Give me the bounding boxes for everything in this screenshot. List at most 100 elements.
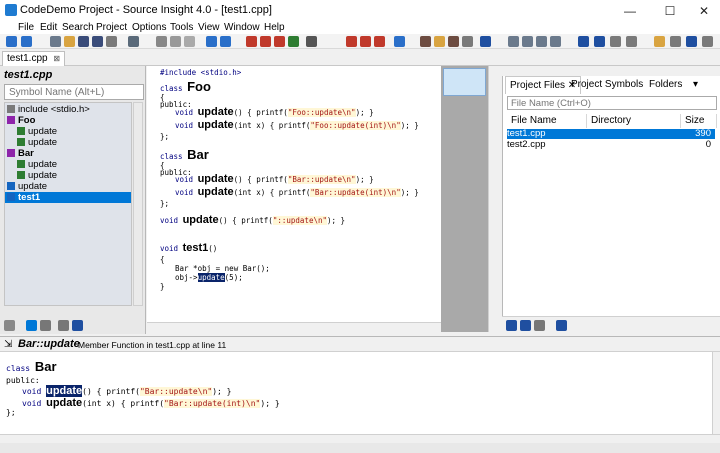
close-button[interactable]: ✕	[686, 0, 720, 22]
menu-search[interactable]: Search	[62, 22, 94, 34]
sync-icon[interactable]	[394, 36, 405, 47]
layout-icon[interactable]	[434, 36, 445, 47]
find-icon[interactable]	[274, 36, 285, 47]
cut-icon[interactable]	[156, 36, 167, 47]
relation-icon[interactable]	[420, 36, 431, 47]
category-icon[interactable]	[40, 320, 51, 331]
context-horizontal-scrollbar[interactable]	[0, 434, 720, 443]
back-icon[interactable]	[6, 36, 17, 47]
tab-project-symbols[interactable]: Project Symbols	[567, 76, 647, 94]
symbol-item[interactable]: Bar	[5, 148, 131, 159]
tab-close-icon[interactable]: ⊠	[53, 54, 60, 63]
print-icon[interactable]	[128, 36, 139, 47]
undo-icon[interactable]	[206, 36, 217, 47]
jump-icon[interactable]	[260, 36, 271, 47]
browse-icon[interactable]	[346, 36, 357, 47]
menu-file[interactable]: File	[18, 22, 34, 34]
code-line-class-bar: class Bar	[160, 147, 209, 162]
relation-window-icon[interactable]	[626, 36, 637, 47]
symbol-item[interactable]: update	[5, 137, 131, 148]
context-icon[interactable]	[578, 36, 589, 47]
column-directory[interactable]: Directory	[587, 114, 681, 128]
maximize-button[interactable]: ☐	[652, 0, 688, 22]
open-folder-icon[interactable]	[64, 36, 75, 47]
panel-right-icon[interactable]	[550, 36, 561, 47]
symbol-item[interactable]: update	[5, 126, 131, 137]
close-file-icon[interactable]	[106, 36, 117, 47]
menu-edit[interactable]: Edit	[40, 22, 57, 34]
code-line-bar-update: void update() { printf("Bar::update\n");…	[175, 173, 374, 185]
tab-menu-dropdown[interactable]: ▾	[689, 76, 702, 94]
book-icon[interactable]	[448, 36, 459, 47]
symbol-item[interactable]: update	[5, 170, 131, 181]
editor-horizontal-scrollbar[interactable]	[147, 322, 441, 332]
symbol-item[interactable]: update	[5, 159, 131, 170]
print-preview-icon[interactable]	[670, 36, 681, 47]
column-size[interactable]: Size	[681, 114, 717, 128]
symbol-item[interactable]: include <stdio.h>	[5, 104, 131, 115]
class-icon	[7, 149, 15, 157]
window-tile-icon[interactable]	[508, 36, 519, 47]
copy-icon[interactable]	[170, 36, 181, 47]
project-window-icon[interactable]	[594, 36, 605, 47]
menu-options[interactable]: Options	[132, 22, 166, 34]
file-list-icon[interactable]	[534, 320, 545, 331]
tab-folders[interactable]: Folders	[645, 76, 686, 94]
save-icon[interactable]	[78, 36, 89, 47]
sync-files-icon[interactable]	[520, 320, 531, 331]
project-file-name: test2.cpp	[507, 139, 546, 150]
paste-icon[interactable]	[184, 36, 195, 47]
symbol-item-label: update	[28, 170, 58, 181]
list-view-icon[interactable]	[26, 320, 37, 331]
bookmark-icon[interactable]	[246, 36, 257, 47]
context-header: ⇲ Bar::update Member Function in test1.c…	[0, 336, 720, 352]
save-all-icon[interactable]	[92, 36, 103, 47]
project-settings-icon[interactable]	[556, 320, 567, 331]
window-split-icon[interactable]	[522, 36, 533, 47]
code-line-include: #include <stdio.h>	[160, 68, 242, 77]
call-tree-icon[interactable]	[374, 36, 385, 47]
menu-project[interactable]: Project	[96, 22, 127, 34]
highlight-icon[interactable]	[462, 36, 473, 47]
overview-viewport[interactable]	[443, 68, 486, 96]
symbol-window-icon[interactable]	[610, 36, 621, 47]
project-file-row[interactable]: test2.cpp 0	[507, 140, 715, 150]
redo-icon[interactable]	[220, 36, 231, 47]
symbol-search-input[interactable]	[4, 84, 144, 100]
context-vertical-scrollbar[interactable]	[712, 352, 720, 434]
lookup-icon[interactable]	[306, 36, 317, 47]
symbol-list-scrollbar[interactable]	[133, 102, 143, 306]
clip-icon[interactable]	[654, 36, 665, 47]
menu-view[interactable]: View	[198, 22, 220, 34]
pin-icon[interactable]: ⇲	[4, 339, 12, 350]
filter-icon[interactable]	[58, 320, 69, 331]
settings-icon[interactable]	[686, 36, 697, 47]
project-file-row[interactable]: test1.cpp 390	[507, 129, 715, 139]
rocket-icon[interactable]	[480, 36, 491, 47]
forward-icon[interactable]	[21, 36, 32, 47]
replace-icon[interactable]	[288, 36, 299, 47]
project-file-name: test1.cpp	[507, 128, 546, 139]
symbol-item[interactable]: Foo	[5, 115, 131, 126]
new-file-icon[interactable]	[50, 36, 61, 47]
code-editor[interactable]: #include <stdio.h> class Foo { public: v…	[147, 66, 441, 322]
tab-test1-cpp[interactable]: test1.cpp ⊠	[2, 51, 66, 66]
context-window[interactable]: class Bar public: void update() { printf…	[0, 352, 712, 434]
editor-vertical-scrollbar[interactable]	[488, 66, 500, 332]
references-icon[interactable]	[360, 36, 371, 47]
more-icon[interactable]	[702, 36, 713, 47]
sort-az-icon[interactable]	[4, 320, 15, 331]
symbol-settings-icon[interactable]	[72, 320, 83, 331]
project-file-filter-input[interactable]	[507, 96, 717, 110]
symbol-item[interactable]: test1	[5, 192, 131, 203]
editor-overview[interactable]	[441, 66, 488, 332]
menu-window[interactable]: Window	[224, 22, 260, 34]
column-file-name[interactable]: File Name	[507, 114, 587, 128]
add-file-icon[interactable]	[506, 320, 517, 331]
minimize-button[interactable]: —	[612, 0, 648, 22]
menu-help[interactable]: Help	[264, 22, 285, 34]
panel-icon[interactable]	[536, 36, 547, 47]
menu-tools[interactable]: Tools	[170, 22, 193, 34]
symbol-item[interactable]: update	[5, 181, 131, 192]
symbol-item-label: Bar	[18, 148, 34, 159]
